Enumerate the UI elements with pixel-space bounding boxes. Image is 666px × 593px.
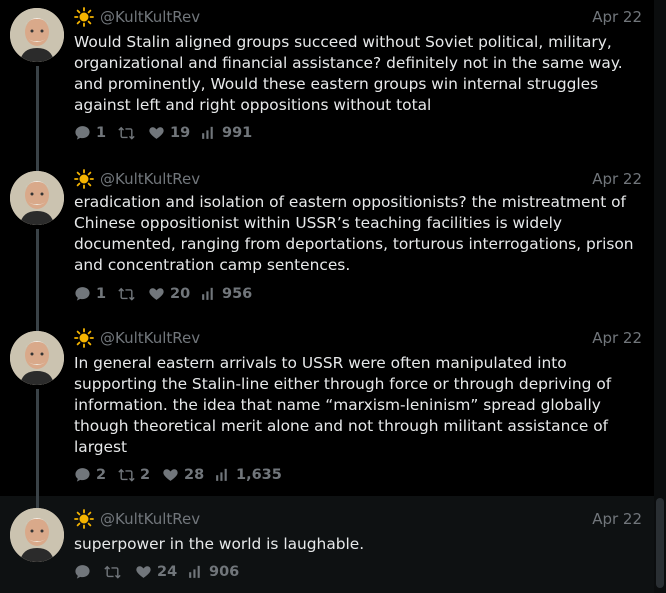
views-count: 906 xyxy=(209,563,240,580)
post-handle[interactable]: @KultKultRev xyxy=(100,8,200,26)
scrollbar-thumb[interactable] xyxy=(656,498,664,588)
thread-rail xyxy=(36,229,39,325)
post[interactable]: @KultKultRev Apr 22 In general eastern a… xyxy=(0,325,654,496)
reply-count: 2 xyxy=(96,466,107,483)
views-button[interactable]: 906 xyxy=(187,563,239,580)
views-button[interactable]: 991 xyxy=(200,124,252,141)
reply-icon xyxy=(75,565,90,579)
views-count: 1,635 xyxy=(236,466,282,483)
reply-button[interactable] xyxy=(74,563,96,580)
heart-icon xyxy=(136,566,151,578)
repost-button[interactable] xyxy=(104,563,126,580)
like-count: 28 xyxy=(184,466,205,483)
like-count: 24 xyxy=(157,563,178,580)
sun-emoji-icon xyxy=(74,328,94,348)
post-handle[interactable]: @KultKultRev xyxy=(100,170,200,188)
views-count: 956 xyxy=(222,285,253,302)
avatar[interactable] xyxy=(10,331,64,385)
like-button[interactable]: 19 xyxy=(148,124,190,141)
reply-icon xyxy=(75,468,90,482)
views-chart-icon xyxy=(216,468,227,481)
views-button[interactable]: 956 xyxy=(200,285,252,302)
views-chart-icon xyxy=(202,287,213,300)
heart-icon xyxy=(163,469,178,481)
avatar[interactable] xyxy=(10,8,64,62)
post-date[interactable]: Apr 22 xyxy=(592,329,642,347)
reply-icon xyxy=(75,126,90,140)
views-chart-icon xyxy=(202,126,213,139)
repost-icon xyxy=(118,287,135,301)
like-button[interactable]: 24 xyxy=(135,563,177,580)
post-header: @KultKultRev Apr 22 xyxy=(74,7,642,28)
reply-icon xyxy=(75,287,90,301)
views-count: 991 xyxy=(222,124,253,141)
post-text: In general eastern arrivals to USSR were… xyxy=(74,354,612,456)
repost-icon xyxy=(104,565,121,579)
post-date[interactable]: Apr 22 xyxy=(592,170,642,188)
post-header: @KultKultRev Apr 22 xyxy=(74,169,642,190)
repost-icon xyxy=(118,468,135,482)
like-count: 20 xyxy=(170,285,191,302)
like-button[interactable]: 20 xyxy=(148,285,190,302)
avatar[interactable] xyxy=(10,508,64,562)
sun-emoji-icon xyxy=(74,7,94,27)
post-text: Would Stalin aligned groups succeed with… xyxy=(74,33,623,114)
like-button[interactable]: 28 xyxy=(162,466,204,483)
thread-rail xyxy=(36,66,39,165)
reply-count: 1 xyxy=(96,285,107,302)
thread-rail xyxy=(36,389,39,496)
repost-button[interactable] xyxy=(118,285,140,302)
views-chart-icon xyxy=(189,565,200,578)
post[interactable]: @KultKultRev Apr 22 Would Stalin aligned… xyxy=(0,0,654,165)
like-count: 19 xyxy=(170,124,191,141)
post-date[interactable]: Apr 22 xyxy=(592,8,642,26)
avatar[interactable] xyxy=(10,171,64,225)
post-header: @KultKultRev Apr 22 xyxy=(74,509,642,530)
thread: @KultKultRev Apr 22 Would Stalin aligned… xyxy=(0,0,654,593)
post-handle[interactable]: @KultKultRev xyxy=(100,510,200,528)
heart-icon xyxy=(149,288,164,300)
repost-button[interactable]: 2 xyxy=(118,466,150,483)
post-handle[interactable]: @KultKultRev xyxy=(100,329,200,347)
heart-icon xyxy=(149,127,164,139)
scrollbar[interactable] xyxy=(654,0,666,593)
post-header: @KultKultRev Apr 22 xyxy=(74,328,642,349)
post-text: superpower in the world is laughable. xyxy=(74,535,365,553)
post-text: eradication and isolation of eastern opp… xyxy=(74,193,634,274)
post[interactable]: @KultKultRev Apr 22 superpower in the wo… xyxy=(0,496,654,593)
sun-emoji-icon xyxy=(74,169,94,189)
reply-count: 1 xyxy=(96,124,107,141)
reply-button[interactable]: 1 xyxy=(74,124,106,141)
post[interactable]: @KultKultRev Apr 22 eradication and isol… xyxy=(0,165,654,325)
sun-emoji-icon xyxy=(74,509,94,529)
repost-button[interactable] xyxy=(118,124,140,141)
post-date[interactable]: Apr 22 xyxy=(592,510,642,528)
repost-icon xyxy=(118,126,135,140)
views-button[interactable]: 1,635 xyxy=(214,466,282,483)
repost-count: 2 xyxy=(140,466,151,483)
reply-button[interactable]: 1 xyxy=(74,285,106,302)
thread-rail xyxy=(36,496,39,508)
reply-button[interactable]: 2 xyxy=(74,466,106,483)
